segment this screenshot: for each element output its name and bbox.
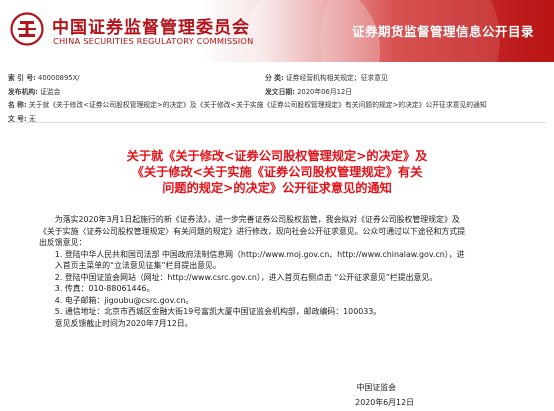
category-value: 证券经营机构相关规定；征求意见	[285, 74, 388, 82]
logo-chinese-name[interactable]: 中国证券监督管理委员会	[52, 13, 250, 38]
document-title: 关于就《关于修改<证券公司股权管理规定>的决定》及 《关于修改<关于实施《证券公…	[0, 148, 554, 196]
index-number-value: 40000895X/	[38, 74, 80, 82]
category-label: 分 类:	[265, 74, 284, 82]
feedback-item-line: 入首页主菜单的“立法意见征集”栏目提出意见。	[54, 261, 221, 270]
issue-date-label: 发文日期:	[265, 88, 295, 96]
logo-english-name: CHINA SECURITIES REGULATORY COMMISSION	[53, 36, 254, 46]
metadata-divider	[8, 122, 546, 123]
intro-paragraph-line: 出反馈意见：	[39, 238, 87, 247]
site-header: 中国证券监督管理委员会 CHINA SECURITIES REGULATORY …	[0, 0, 554, 62]
feedback-item-line: 1. 登陆中华人民共和国司法部 中国政府法制信息网（http://www.moj…	[54, 249, 465, 259]
category-row: 分 类: 证券经营机构相关规定；征求意见	[265, 72, 388, 82]
document-body: 为落实2020年3月1日起施行的新《证券法》，进一步完善证券公司股权监管，我会拟…	[39, 214, 529, 329]
publisher-row: 发布机构: 证监会	[8, 86, 60, 96]
feedback-item: 5. 通信地址：北京市西城区金融大街19号富凯大厦中国证监会机构部，邮政编码：1…	[54, 307, 382, 316]
name-label: 名 称:	[8, 101, 27, 109]
feedback-item: 3. 传真：010-88061446。	[54, 284, 155, 293]
signature-date: 2020年6月12日	[355, 398, 414, 407]
feedback-item: 4. 电子邮箱：jigoubu@csrc.gov.cn。	[54, 295, 194, 305]
index-number-label: 索 引 号:	[8, 74, 36, 82]
deadline-note: 意见反馈截止时间为2020年7月12日。	[54, 318, 193, 328]
document-title-line: 《关于修改<关于实施《证券公司股权管理规定》有关	[131, 165, 423, 179]
name-value: 关于就《关于修改<证券公司股权管理规定>的决定》及《关于修改<关于实施《证券公司…	[28, 101, 487, 109]
index-number-row: 索 引 号: 40000895X/	[8, 72, 80, 82]
publisher-value: 证监会	[40, 88, 61, 96]
issue-date-value: 2020年06月12日	[297, 88, 353, 96]
document-title-line: 关于就《关于修改<证券公司股权管理规定>的决定》及	[126, 149, 428, 163]
intro-paragraph-line: 为落实2020年3月1日起施行的新《证券法》，进一步完善证券公司股权监管，我会拟…	[54, 215, 460, 224]
publisher-label: 发布机构:	[8, 88, 38, 96]
feedback-item: 2. 登陆中国证监会网站（网址：http://www.csrc.gov.cn），…	[54, 272, 438, 282]
issue-date-row: 发文日期: 2020年06月12日	[265, 86, 352, 96]
intro-paragraph-line: 《关于实施〈证券公司股权管理规定〉有关问题的规定》进行修改，现向社会公开征求意见…	[39, 226, 466, 236]
site-title[interactable]: 证券期货监督管理信息公开目录	[352, 21, 534, 40]
name-row: 名 称: 关于就《关于修改<证券公司股权管理规定>的决定》及《关于修改<关于实施…	[8, 99, 487, 109]
issuer-signature: 中国证监会	[356, 383, 396, 392]
csrc-emblem-icon[interactable]	[10, 12, 44, 46]
document-title-line: 问题的规定>的决定》公开征求意见的通知	[162, 181, 392, 195]
